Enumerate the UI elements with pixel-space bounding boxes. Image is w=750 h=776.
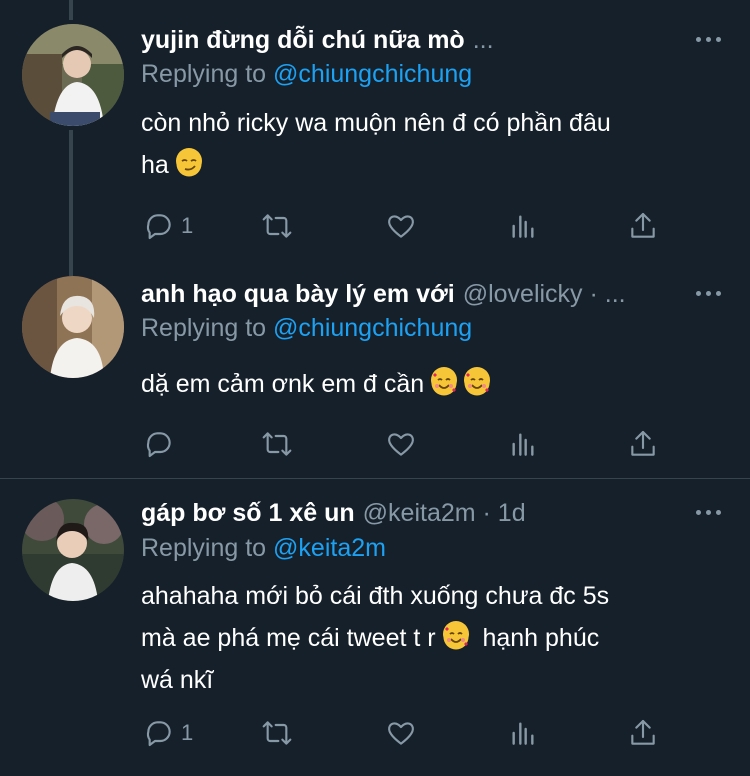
tweet-text-line: còn nhỏ ricky wa muộn nên đ có phần đâu — [141, 109, 611, 137]
reply-count: 1 — [181, 720, 194, 745]
like-icon — [388, 722, 414, 745]
tweet-text-line: mà ae phá mẹ cái tweet t r hạnh phúc — [141, 617, 721, 659]
display-name[interactable]: gáp bơ số 1 xê un — [141, 499, 355, 528]
like-button[interactable] — [385, 208, 417, 244]
replying-to: Replying to @chiungchichung — [141, 314, 472, 343]
analytics-button[interactable] — [507, 715, 539, 751]
smiling-face-with-hearts-icon — [464, 367, 491, 396]
retweet-icon — [262, 214, 292, 238]
reply-count: 1 — [181, 213, 194, 238]
analytics-button[interactable] — [507, 426, 539, 462]
tweet-text-line: wá nkĩ — [141, 666, 214, 694]
tweet-3[interactable]: gáp bơ số 1 xê un @keita2m · 1d Replying… — [0, 479, 750, 776]
reply-feed: yujin đừng dỗi chú nữa mò ... Replying t… — [0, 0, 750, 776]
reply-button[interactable] — [143, 426, 181, 462]
display-name[interactable]: yujin đừng dỗi chú nữa mò — [141, 26, 465, 55]
smiling-face-with-hearts-icon — [431, 367, 458, 396]
tweet-actions: 1 — [141, 208, 681, 244]
tweet-header: gáp bơ số 1 xê un @keita2m · 1d — [141, 493, 690, 533]
more-icon[interactable] — [696, 503, 722, 523]
avatar[interactable] — [22, 276, 124, 378]
like-icon — [388, 433, 414, 456]
reply-icon — [146, 214, 171, 240]
reply-button[interactable]: 1 — [143, 715, 193, 751]
like-button[interactable] — [385, 715, 417, 751]
handle-and-time[interactable]: @keita2m · 1d — [363, 499, 526, 528]
avatar[interactable] — [22, 499, 124, 601]
tweet-text-line: ahahaha mới bỏ cái đth xuống chưa đc 5s — [141, 582, 610, 610]
analytics-button[interactable] — [507, 208, 539, 244]
share-icon — [631, 719, 655, 745]
tweet-text: dặ em cảm ơnk em đ cần — [141, 363, 721, 405]
retweet-button[interactable] — [261, 715, 293, 751]
reply-button[interactable]: 1 — [143, 208, 193, 244]
retweet-icon — [262, 721, 292, 745]
tweet-1[interactable]: yujin đừng dỗi chú nữa mò ... Replying t… — [0, 0, 750, 258]
analytics-icon — [512, 722, 534, 745]
share-icon — [631, 212, 655, 238]
mention-link[interactable]: @chiungchichung — [273, 314, 472, 342]
tweet-2[interactable]: anh hạo qua bày lý em với @lovelicky · .… — [0, 258, 750, 478]
reply-icon — [146, 721, 171, 747]
display-name-ellipsis: ... — [472, 25, 494, 54]
smirking-face-icon — [175, 148, 202, 177]
tweet-actions: 1 — [141, 715, 681, 751]
like-icon — [388, 215, 414, 238]
analytics-icon — [512, 215, 534, 238]
avatar[interactable] — [22, 24, 124, 126]
thread-line — [69, 258, 73, 276]
reply-icon — [146, 432, 171, 458]
tweet-actions — [141, 426, 681, 462]
replying-prefix: Replying to — [141, 60, 267, 88]
more-icon[interactable] — [696, 30, 722, 50]
share-button[interactable] — [627, 208, 659, 244]
analytics-icon — [512, 433, 534, 456]
tweet-text-line: ha — [141, 144, 721, 186]
smiling-face-with-hearts-icon — [442, 621, 469, 650]
like-button[interactable] — [385, 426, 417, 462]
handle[interactable]: @lovelicky · ... — [463, 280, 626, 309]
more-icon[interactable] — [696, 284, 722, 304]
thread-line — [69, 130, 73, 258]
retweet-icon — [262, 432, 292, 456]
display-name[interactable]: anh hạo qua bày lý em với — [141, 280, 455, 309]
tweet-text-line: dặ em cảm ơnk em đ cần — [141, 363, 721, 405]
share-icon — [631, 430, 655, 456]
mention-link[interactable]: @chiungchichung — [273, 60, 472, 88]
share-button[interactable] — [627, 426, 659, 462]
tweet-text: còn nhỏ ricky wa muộn nên đ có phần đâu … — [141, 102, 721, 186]
tweet-header: yujin đừng dỗi chú nữa mò ... — [141, 20, 690, 60]
tweet-header: anh hạo qua bày lý em với @lovelicky · .… — [141, 274, 690, 314]
retweet-button[interactable] — [261, 208, 293, 244]
share-button[interactable] — [627, 715, 659, 751]
replying-to: Replying to @chiungchichung — [141, 60, 472, 89]
replying-prefix: Replying to — [141, 314, 267, 342]
tweet-text: ahahaha mới bỏ cái đth xuống chưa đc 5s … — [141, 575, 721, 701]
mention-link[interactable]: @keita2m — [273, 534, 386, 562]
replying-prefix: Replying to — [141, 534, 267, 562]
replying-to: Replying to @keita2m — [141, 534, 386, 563]
retweet-button[interactable] — [261, 426, 293, 462]
thread-line — [69, 0, 73, 20]
